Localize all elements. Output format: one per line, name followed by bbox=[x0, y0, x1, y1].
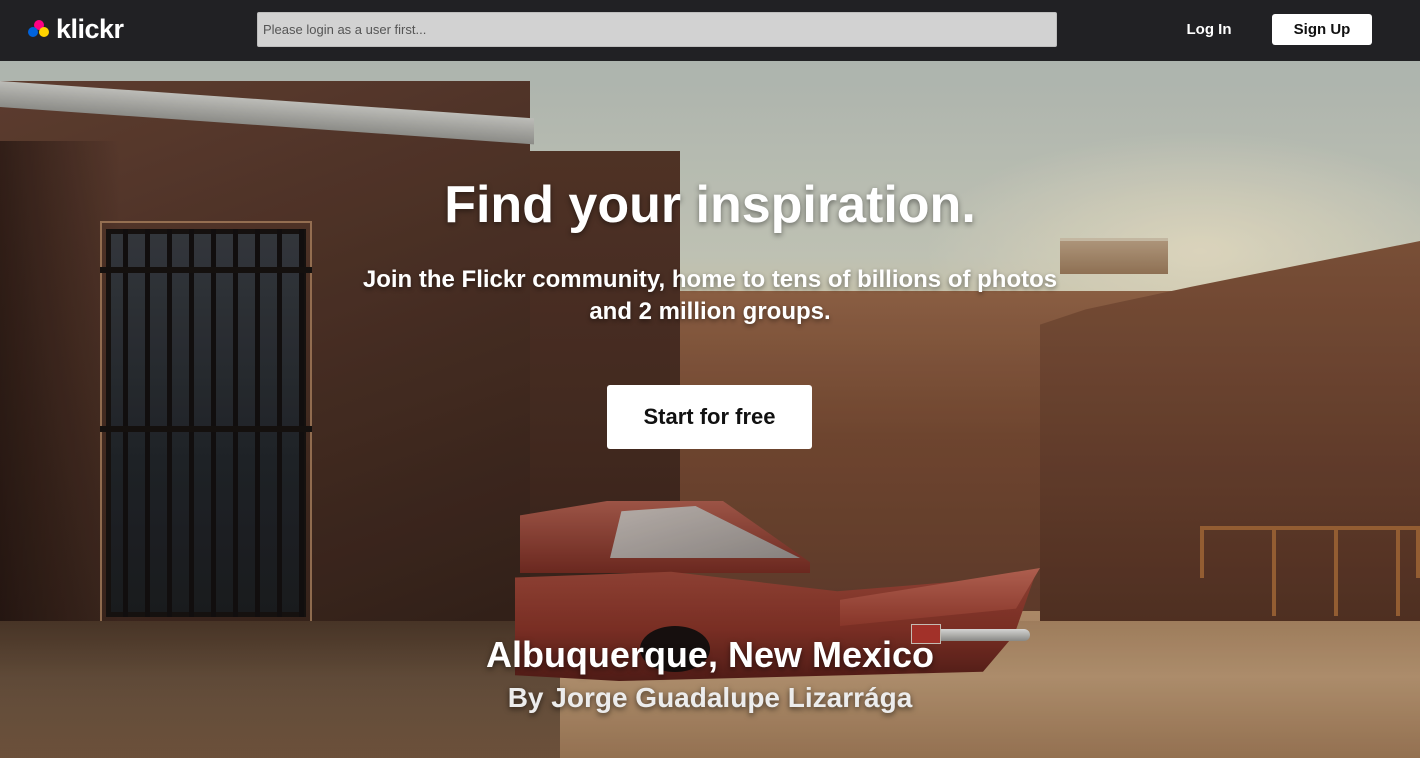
yellow-dot bbox=[39, 27, 49, 37]
login-link[interactable]: Log In bbox=[1168, 14, 1250, 45]
photo-author[interactable]: By Jorge Guadalupe Lizarrága bbox=[360, 680, 1060, 716]
hero-headline: Find your inspiration. bbox=[444, 176, 976, 234]
top-navigation-bar: klickr Log In Sign Up bbox=[0, 0, 1420, 61]
start-for-free-button[interactable]: Start for free bbox=[607, 385, 812, 449]
logo-dots-icon bbox=[28, 17, 54, 41]
search-input[interactable] bbox=[257, 12, 1057, 47]
photo-title[interactable]: Albuquerque, New Mexico bbox=[360, 632, 1060, 678]
logo-text: klickr bbox=[56, 14, 124, 44]
signup-button[interactable]: Sign Up bbox=[1272, 14, 1372, 45]
klickr-logo[interactable]: klickr bbox=[28, 14, 124, 44]
blue-dot bbox=[28, 27, 38, 37]
hero-subheadline: Join the Flickr community, home to tens … bbox=[362, 266, 1058, 325]
